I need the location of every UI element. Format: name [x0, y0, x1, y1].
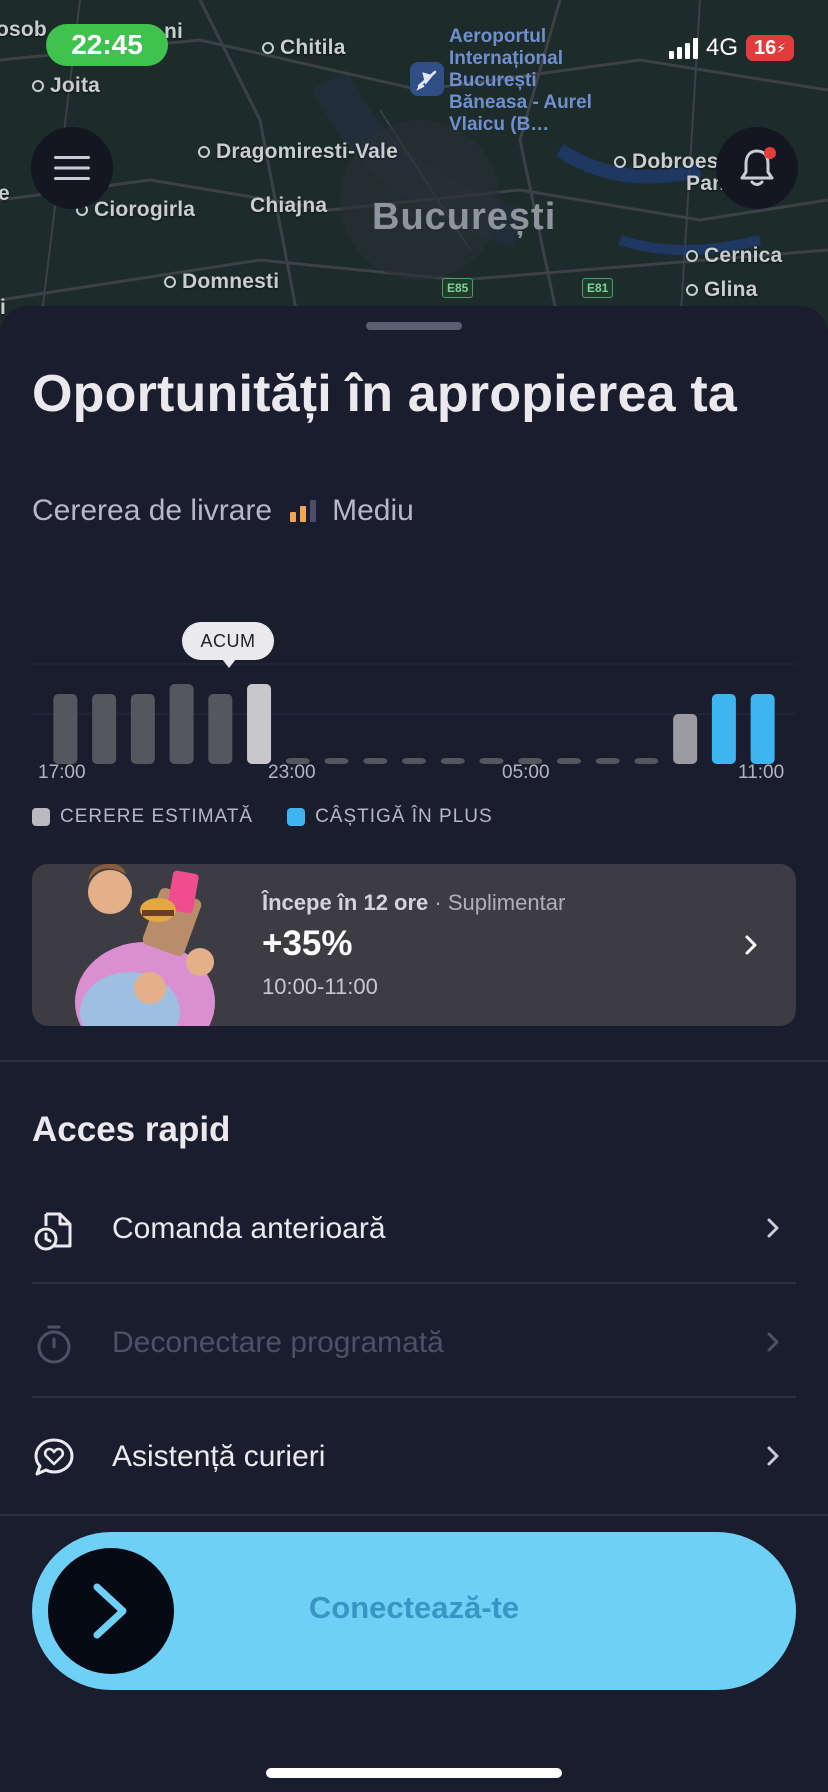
chart-bar-estimated — [595, 758, 620, 764]
chart-bar-estimated — [53, 694, 78, 764]
quick-access-previous-order[interactable]: Comanda anterioară — [32, 1172, 796, 1284]
promo-separator: · — [434, 890, 442, 915]
promo-kind: Suplimentar — [447, 890, 566, 915]
menu-button[interactable] — [31, 127, 113, 209]
bonus-promo-card[interactable]: Începe în 12 ore · Suplimentar +35% 10:0… — [32, 864, 796, 1026]
row-divider — [32, 1282, 796, 1284]
chart-bar-estimated — [247, 684, 272, 764]
connect-slider[interactable]: Conectează-te — [32, 1532, 796, 1690]
status-bar-right: 4G 16 ⚡ — [668, 34, 794, 62]
chart-bar-estimated — [673, 714, 698, 764]
heart-chat-icon — [34, 1438, 74, 1476]
airport-icon — [410, 62, 444, 96]
chevron-right-icon — [745, 935, 757, 955]
chart-bar-estimated — [634, 758, 659, 764]
x-tick-label: 05:00 — [502, 762, 550, 783]
notifications-button[interactable] — [716, 127, 798, 209]
status-time: 22:45 — [46, 24, 168, 66]
demand-chart — [32, 606, 796, 786]
map-label: Dragomiresti-Vale — [198, 140, 398, 164]
map-label: e — [0, 182, 10, 205]
battery-icon: 16 ⚡ — [746, 35, 794, 61]
courier-illustration — [75, 864, 215, 1026]
map-view[interactable]: osob ni Chitila Joita Dragomiresti-Vale … — [0, 0, 828, 330]
chart-bar-bonus — [711, 694, 736, 764]
demand-level-icon — [290, 500, 317, 522]
chart-bar-estimated — [479, 758, 504, 764]
quick-access-courier-support[interactable]: Asistență curieri — [32, 1400, 796, 1512]
map-label: Chiajna — [250, 194, 328, 217]
bottom-sheet: Oportunități în apropierea ta Cererea de… — [0, 306, 828, 1792]
demand-level: Mediu — [332, 494, 414, 527]
promo-percent: +35% — [262, 924, 353, 963]
legend-bonus-label: CÂȘTIGĂ ÎN PLUS — [315, 806, 493, 827]
section-divider — [0, 1514, 828, 1516]
connect-label: Conectează-te — [308, 1590, 520, 1625]
x-tick-label: 11:00 — [738, 762, 785, 783]
legend-estimated-label: CERERE ESTIMATĂ — [60, 806, 254, 827]
legend-swatch — [287, 808, 306, 826]
road-badge: E85 — [442, 278, 474, 298]
quick-access-title: Acces rapid — [32, 1110, 231, 1149]
chart-bar-estimated — [208, 694, 233, 764]
demand-chart-svg — [32, 663, 796, 764]
section-divider — [0, 1060, 828, 1062]
quick-access-scheduled-logout[interactable]: Deconectare programată — [32, 1286, 796, 1398]
now-tag: ACUM — [182, 622, 274, 668]
chart-bar-estimated — [169, 684, 194, 764]
home-indicator — [266, 1768, 562, 1778]
quick-access-label: Asistență curieri — [112, 1440, 326, 1473]
demand-label: Cererea de livrare — [32, 494, 273, 527]
network-type: 4G — [705, 34, 738, 61]
chart-bar-estimated — [402, 758, 426, 764]
document-clock-icon — [34, 1212, 72, 1251]
chart-bar-estimated — [324, 758, 349, 764]
demand-indicator: Cererea de livrare Mediu — [32, 494, 414, 528]
promo-hours: 10:00-11:00 — [262, 974, 378, 999]
legend-bonus: CÂȘTIGĂ ÎN PLUS — [287, 806, 493, 828]
chart-bar-estimated — [556, 758, 581, 764]
map-label: Cernica — [686, 244, 782, 268]
map-label: Chitila — [262, 36, 346, 60]
quick-access-label: Deconectare programată — [112, 1326, 444, 1359]
map-label: Joita — [32, 74, 100, 98]
airport-label: Aeroportul Internațional București Bănea… — [449, 26, 592, 135]
sheet-drag-handle[interactable] — [366, 322, 462, 330]
chevron-right-icon — [767, 1446, 779, 1466]
quick-access-label: Comanda anterioară — [112, 1212, 386, 1245]
page-title: Oportunități în apropierea ta — [32, 365, 737, 423]
map-city-label: București — [372, 196, 557, 238]
battery-level: 16 — [753, 36, 777, 59]
x-tick-label: 17:00 — [38, 762, 86, 783]
chart-legend: CERERE ESTIMATĂ CÂȘTIGĂ ÎN PLUS — [32, 806, 493, 828]
legend-swatch — [32, 808, 50, 826]
promo-header: Începe în 12 ore · Suplimentar — [262, 890, 565, 916]
notification-badge — [764, 147, 776, 159]
chart-bar-estimated — [130, 694, 155, 764]
chevron-right-icon — [767, 1332, 779, 1352]
map-label: Dobroes — [614, 150, 719, 174]
x-tick-label: 23:00 — [268, 762, 316, 783]
map-label: Glina — [686, 278, 758, 302]
map-label: Domnesti — [164, 270, 279, 294]
chevron-right-icon — [767, 1218, 779, 1238]
stopwatch-icon — [37, 1325, 71, 1364]
road-badge: E81 — [582, 278, 614, 298]
legend-estimated: CERERE ESTIMATĂ — [32, 806, 253, 828]
chart-bar-estimated — [440, 758, 465, 764]
signal-icon — [668, 37, 698, 59]
chart-bar-estimated — [92, 694, 117, 764]
map-label: osob — [0, 18, 47, 41]
row-divider — [32, 1396, 796, 1398]
hamburger-icon — [54, 156, 90, 180]
chart-bar-bonus — [750, 694, 775, 764]
chart-bar-estimated — [363, 758, 388, 764]
promo-start: Începe în 12 ore — [262, 890, 429, 915]
